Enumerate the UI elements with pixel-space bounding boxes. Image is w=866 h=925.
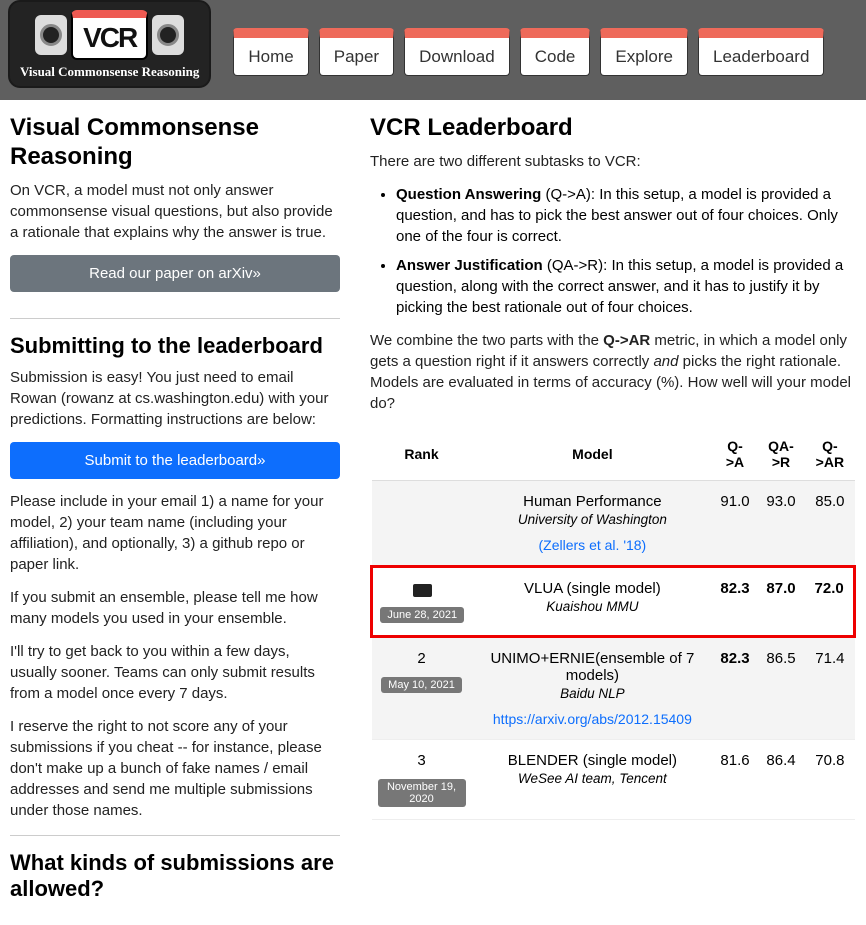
model-affiliation: University of Washington bbox=[478, 512, 708, 527]
model-cell: UNIMO+ERNIE(ensemble of 7 models) Baidu … bbox=[472, 636, 714, 739]
rank-cell: June 28, 2021 bbox=[372, 566, 472, 636]
submit-p3: If you submit an ensemble, please tell m… bbox=[10, 587, 340, 629]
combine-text: We combine the two parts with the Q->AR … bbox=[370, 330, 856, 414]
score-qar2: 71.4 bbox=[805, 636, 854, 739]
new-badge-icon bbox=[413, 584, 432, 597]
leaderboard-table: Rank Model Q->A QA->R Q->AR Human Perfor… bbox=[370, 428, 856, 820]
nav-home[interactable]: Home bbox=[233, 28, 308, 76]
lens-right-icon bbox=[152, 15, 184, 55]
leaderboard-title: VCR Leaderboard bbox=[370, 114, 856, 143]
submit-p4: I'll try to get back to you within a few… bbox=[10, 641, 340, 704]
table-row-highlighted: June 28, 2021 VLUA (single model) Kuaish… bbox=[372, 566, 855, 636]
score-qar: 93.0 bbox=[757, 480, 805, 566]
content-area: Visual Commonsense Reasoning On VCR, a m… bbox=[0, 100, 866, 925]
score-qa: 82.3 bbox=[713, 636, 756, 739]
rank-number: 2 bbox=[417, 650, 425, 667]
leaderboard-panel: VCR Leaderboard There are two different … bbox=[370, 114, 856, 911]
col-qar2: Q->AR bbox=[805, 428, 854, 481]
table-header-row: Rank Model Q->A QA->R Q->AR bbox=[372, 428, 855, 481]
score-qar: 86.5 bbox=[757, 636, 805, 739]
model-name: Human Performance bbox=[478, 493, 708, 510]
rank-cell bbox=[372, 480, 472, 566]
table-row: 3 November 19, 2020 BLENDER (single mode… bbox=[372, 739, 855, 819]
rank-cell: 3 November 19, 2020 bbox=[372, 739, 472, 819]
table-row: 2 May 10, 2021 UNIMO+ERNIE(ensemble of 7… bbox=[372, 636, 855, 739]
submit-p1: Submission is easy! You just need to ema… bbox=[10, 367, 340, 430]
site-logo[interactable]: VCR Visual Commonsense Reasoning bbox=[8, 0, 211, 88]
model-link[interactable]: https://arxiv.org/abs/2012.15409 bbox=[478, 711, 708, 727]
logo-subtitle: Visual Commonsense Reasoning bbox=[20, 64, 199, 80]
divider bbox=[10, 835, 340, 836]
header-bar: VCR Visual Commonsense Reasoning Home Pa… bbox=[0, 0, 866, 100]
score-qar: 87.0 bbox=[757, 566, 805, 636]
rank-number: 3 bbox=[417, 752, 425, 769]
rank-cell: 2 May 10, 2021 bbox=[372, 636, 472, 739]
model-affiliation: WeSee AI team, Tencent bbox=[478, 771, 708, 786]
subtasks-intro: There are two different subtasks to VCR: bbox=[370, 151, 856, 172]
date-badge: November 19, 2020 bbox=[378, 779, 466, 807]
model-name: BLENDER (single model) bbox=[478, 752, 708, 769]
col-qar: QA->R bbox=[757, 428, 805, 481]
score-qa: 91.0 bbox=[713, 480, 756, 566]
model-cell: VLUA (single model) Kuaishou MMU bbox=[472, 566, 714, 636]
model-link[interactable]: (Zellers et al. '18) bbox=[478, 537, 708, 553]
submit-p5: I reserve the right to not score any of … bbox=[10, 716, 340, 821]
model-cell: BLENDER (single model) WeSee AI team, Te… bbox=[472, 739, 714, 819]
paper-button[interactable]: Read our paper on arXiv» bbox=[10, 255, 340, 292]
nav-paper[interactable]: Paper bbox=[319, 28, 394, 76]
model-cell: Human Performance University of Washingt… bbox=[472, 480, 714, 566]
date-badge: June 28, 2021 bbox=[380, 607, 464, 623]
model-name: VLUA (single model) bbox=[478, 580, 708, 597]
model-affiliation: Kuaishou MMU bbox=[478, 599, 708, 614]
nav-code[interactable]: Code bbox=[520, 28, 591, 76]
score-qar: 86.4 bbox=[757, 739, 805, 819]
subtask-aj: Answer Justification (QA->R): In this se… bbox=[396, 255, 856, 318]
subtask-list: Question Answering (Q->A): In this setup… bbox=[370, 184, 856, 318]
model-affiliation: Baidu NLP bbox=[478, 686, 708, 701]
kinds-heading: What kinds of submissions are allowed? bbox=[10, 850, 340, 903]
nav-download[interactable]: Download bbox=[404, 28, 510, 76]
col-qa: Q->A bbox=[713, 428, 756, 481]
subtask-qa-label: Question Answering bbox=[396, 186, 541, 203]
submit-button[interactable]: Submit to the leaderboard» bbox=[10, 442, 340, 479]
model-name: UNIMO+ERNIE(ensemble of 7 models) bbox=[478, 650, 708, 684]
nav-bar: Home Paper Download Code Explore Leaderb… bbox=[233, 28, 824, 76]
nav-explore[interactable]: Explore bbox=[600, 28, 688, 76]
score-qa: 82.3 bbox=[713, 566, 756, 636]
score-qar2: 72.0 bbox=[805, 566, 854, 636]
score-qar2: 70.8 bbox=[805, 739, 854, 819]
col-model: Model bbox=[472, 428, 714, 481]
submit-heading: Submitting to the leaderboard bbox=[10, 333, 340, 359]
divider bbox=[10, 318, 340, 319]
date-badge: May 10, 2021 bbox=[381, 677, 462, 693]
lens-left-icon bbox=[35, 15, 67, 55]
submit-p2: Please include in your email 1) a name f… bbox=[10, 491, 340, 575]
subtask-qa: Question Answering (Q->A): In this setup… bbox=[396, 184, 856, 247]
logo-abbrev: VCR bbox=[71, 10, 148, 60]
col-rank: Rank bbox=[372, 428, 472, 481]
table-row: Human Performance University of Washingt… bbox=[372, 480, 855, 566]
sidebar: Visual Commonsense Reasoning On VCR, a m… bbox=[10, 114, 340, 911]
page-title: Visual Commonsense Reasoning bbox=[10, 114, 340, 172]
nav-leaderboard[interactable]: Leaderboard bbox=[698, 28, 824, 76]
metric-name: Q->AR bbox=[603, 332, 650, 349]
intro-text: On VCR, a model must not only answer com… bbox=[10, 180, 340, 243]
score-qar2: 85.0 bbox=[805, 480, 854, 566]
score-qa: 81.6 bbox=[713, 739, 756, 819]
subtask-aj-label: Answer Justification bbox=[396, 257, 543, 274]
